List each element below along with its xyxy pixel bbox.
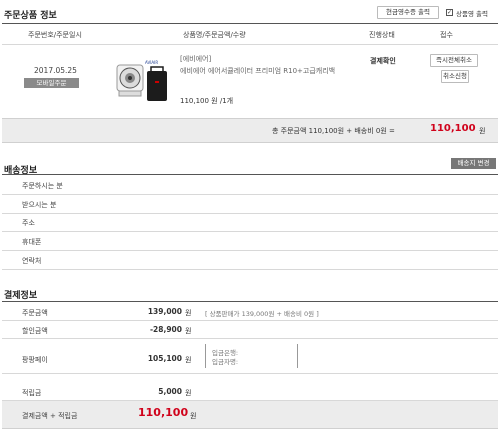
header-status: 진행상태	[369, 31, 395, 39]
divider	[2, 338, 498, 339]
reward-points-unit: 원	[185, 389, 192, 397]
product-receipt-label: 상품영 출력	[456, 10, 488, 18]
divider	[2, 231, 498, 232]
divider	[2, 23, 498, 24]
order-section-title: 주문상품 정보	[4, 11, 57, 21]
pangpang-pay-value: 105,100	[147, 354, 182, 363]
cancel-request-button[interactable]: 취소신청	[441, 70, 469, 83]
order-summary-text: 총 주문금액 110,100원 + 배송비 0원 =	[272, 127, 395, 135]
product-price-qty: 110,100 원 /1개	[180, 97, 234, 105]
payment-total-label: 결제금액 + 적립금	[22, 412, 78, 420]
header-order-number: 주문번호/주문일시	[28, 31, 82, 39]
svg-text:AVIAIR: AVIAIR	[145, 60, 158, 65]
product-name-link[interactable]: 에비에어 에어서큘레이터 프리미엄 R10+고급캐리백	[180, 66, 340, 77]
header-reception: 접수	[440, 31, 453, 39]
recipient-label: 받으시는 분	[22, 201, 57, 209]
order-date: 2017.05.25	[34, 66, 77, 75]
payment-section-title: 결제정보	[4, 291, 38, 301]
divider	[2, 373, 498, 374]
discount-label: 할인금액	[22, 327, 48, 335]
reward-points-value: 5,000	[158, 387, 182, 396]
reward-points-label: 적립금	[22, 389, 42, 397]
divider	[2, 301, 498, 302]
divider	[2, 194, 498, 195]
address-label: 주소	[22, 219, 35, 227]
order-summary-total: 110,100	[430, 123, 476, 134]
payment-total-unit: 원	[190, 412, 197, 420]
phone-label: 연락처	[22, 257, 42, 265]
depositor-name-label: 입금자명:	[212, 358, 239, 366]
order-summary-bar	[2, 118, 498, 143]
mobile-label: 휴대폰	[22, 238, 42, 246]
product-image[interactable]: AVIAIR	[111, 55, 171, 110]
divider	[2, 269, 498, 270]
order-summary-unit: 원	[479, 127, 486, 135]
divider	[2, 213, 498, 214]
payment-total-value: 110,100	[138, 406, 189, 419]
order-amount-value: 139,000	[147, 307, 182, 316]
divider	[2, 250, 498, 251]
product-brand: [에비에어]	[180, 55, 212, 63]
divider	[297, 344, 298, 368]
order-amount-note: [ 상품판매가 139,000원 + 배송비 0원 ]	[205, 310, 319, 318]
cash-receipt-button[interactable]: 현금영수증 출력	[377, 6, 439, 19]
discount-value: -28,900	[149, 325, 182, 334]
order-status: 결제확인	[370, 57, 396, 65]
divider	[205, 344, 206, 368]
mobile-order-badge: 모바일주문	[24, 78, 79, 88]
product-receipt-checkbox[interactable]: ✓	[446, 9, 453, 16]
order-amount-unit: 원	[185, 309, 192, 317]
divider	[2, 320, 498, 321]
cancel-all-now-button[interactable]: 즉시전체취소	[430, 54, 478, 67]
header-product: 상품명/주문금액/수량	[183, 31, 246, 39]
change-address-button[interactable]: 배송지 변경	[451, 158, 496, 169]
orderer-label: 주문하시는 분	[22, 182, 63, 190]
divider	[2, 174, 498, 175]
order-amount-label: 주문금액	[22, 309, 48, 317]
divider	[2, 44, 498, 45]
pangpang-pay-label: 팡팡페이	[22, 356, 48, 364]
discount-unit: 원	[185, 327, 192, 335]
pangpang-pay-unit: 원	[185, 356, 192, 364]
